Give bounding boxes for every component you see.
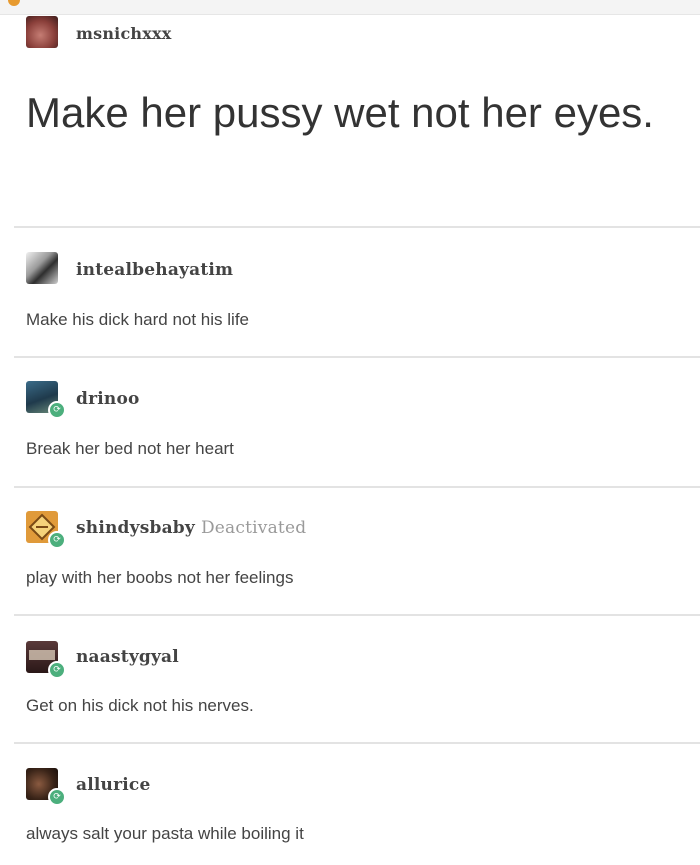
top-strip [0,0,700,15]
avatar[interactable] [26,252,58,284]
post-username[interactable]: intealbehayatim [76,260,233,280]
post-username[interactable]: naastygyal [76,647,179,667]
post-title-text: Make her pussy wet not her eyes. [26,89,654,136]
divider [14,356,700,358]
avatar[interactable] [26,16,58,48]
post-text: play with her boobs not her feelings [26,568,294,587]
reblog-icon: ⟳ [48,401,66,419]
post-username[interactable]: msnichxxx [76,24,171,43]
header-accent [8,0,20,6]
post-username[interactable]: drinoo [76,389,140,409]
divider [14,226,700,228]
post-text: always salt your pasta while boiling it [26,824,304,843]
username-link[interactable]: shindysbaby [76,518,195,538]
post-text: Get on his dick not his nerves. [26,696,254,715]
post-username: shindysbaby Deactivated [76,518,306,538]
post-text: Break her bed not her heart [26,439,234,458]
post-username[interactable]: allurice [76,775,150,795]
reblog-icon: ⟳ [48,788,66,806]
reblog-icon: ⟳ [48,531,66,549]
post-text: Make his dick hard not his life [26,310,249,329]
deactivated-status: Deactivated [200,518,307,538]
divider [14,742,700,744]
reblog-icon: ⟳ [48,661,66,679]
divider [14,486,700,488]
divider [14,614,700,616]
